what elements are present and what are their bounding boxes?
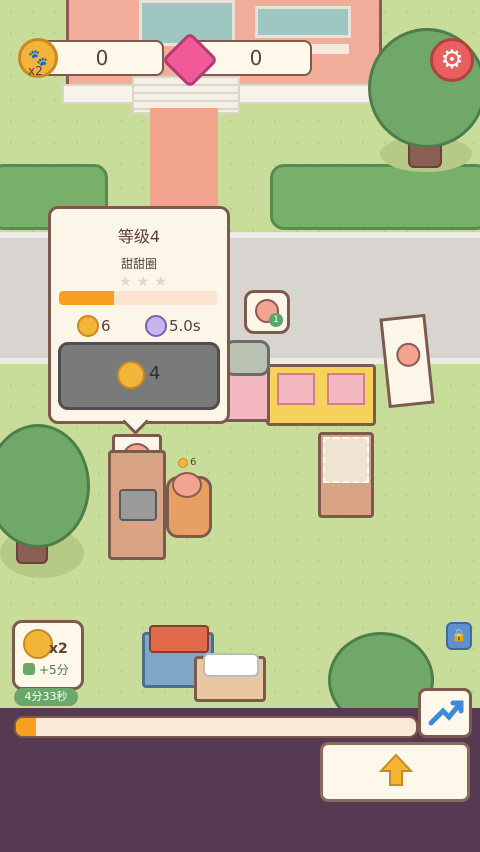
upgrade-cost: 4 [149,363,161,384]
plate-stand[interactable] [194,653,266,702]
level-up-button[interactable] [320,742,470,802]
gear-icon[interactable]: ⚙ [430,38,474,82]
hedge-right [270,164,480,230]
tablecloth [327,373,365,405]
income-value: 6 [101,317,111,335]
plates [203,653,259,677]
customer-order-bubble[interactable]: 1 [244,290,290,334]
shop-signboard [379,313,435,409]
tablecloth [277,373,315,405]
coin-count: 0 [95,46,109,70]
boost-timer: 4分33秒 [14,688,78,706]
placeholder-area [323,437,369,483]
stage-progress-fill [16,718,36,736]
coin-multiplier-label: x2 [28,64,43,78]
boost-plus-time: +5分 [39,663,69,677]
boost-multiplier: x2 [49,641,68,657]
bread-goods [149,625,209,653]
star-icon: ★ [119,274,132,290]
level-title: 等级4 [117,227,161,246]
dining-table[interactable] [266,364,376,426]
income-coin-icon [178,458,188,468]
empty-counter-slot[interactable] [318,432,374,518]
coin-icon [77,315,99,337]
cash-register [119,489,157,521]
item-name: 甜甜圈 [120,257,157,271]
clock-icon [145,315,167,337]
trending-up-icon[interactable] [418,688,472,738]
coin-counter: 0 [40,40,164,76]
gem-count: 0 [249,46,263,70]
upgrade-button[interactable]: 4 [58,342,220,410]
building-window [255,6,351,38]
level-progress-bar [59,291,217,305]
arrow-up-icon [378,753,414,791]
donut-icon [172,472,202,498]
video-icon [23,663,35,675]
order-count-badge: 1 [269,313,283,327]
dining-table-partial[interactable] [224,368,270,422]
donut-icon [395,341,422,369]
stage-progress-bar [14,716,418,738]
counter-income-label: 6 [190,457,197,468]
star-rating: ★ ★ ★ [113,271,173,290]
level-progress-fill [59,291,115,305]
coin-boost-button[interactable]: x2 +5分 [12,620,84,690]
cat-customer[interactable] [224,340,270,376]
star-icon: ★ [154,274,167,290]
time-value: 5.0s [169,317,201,335]
donut-counter[interactable] [108,450,166,560]
star-icon: ★ [136,274,150,290]
coin-icon [117,361,145,389]
lock-icon[interactable]: 🔒 [446,622,472,650]
